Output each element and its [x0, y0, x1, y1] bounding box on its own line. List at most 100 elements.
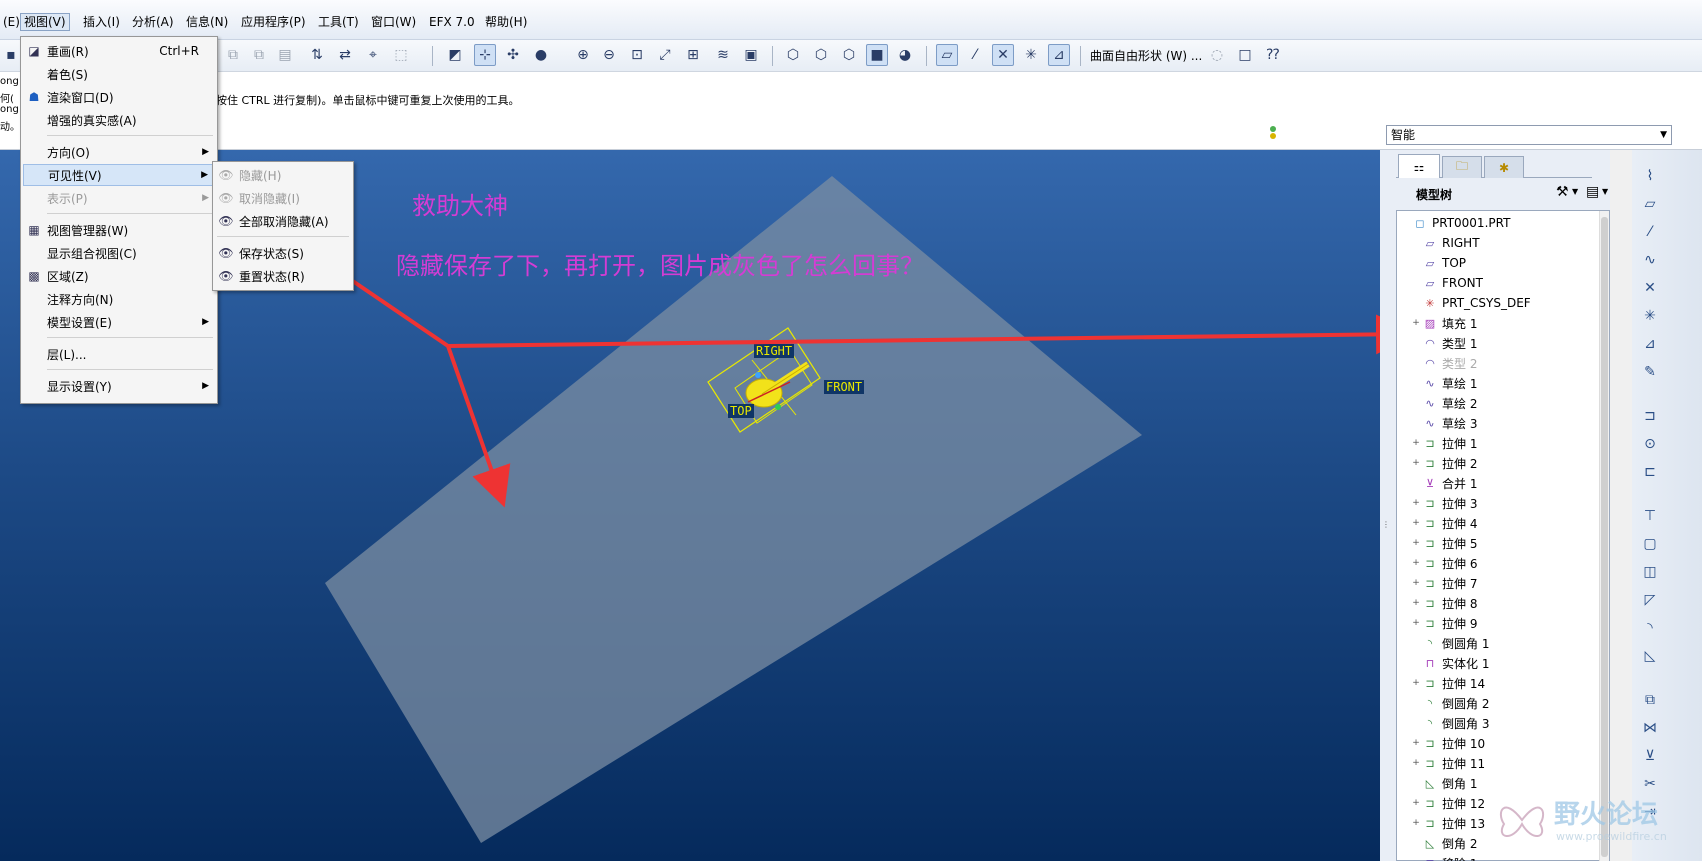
tree-item[interactable]: ⊻ 合并 1 — [1399, 473, 1477, 493]
tree-item[interactable]: ◠ 类型 2 — [1399, 353, 1477, 373]
tree-item[interactable]: + ⊐ 拉伸 9 — [1399, 613, 1477, 633]
menu-tools[interactable]: 工具(T) — [315, 13, 362, 31]
tree-item[interactable]: ◝ 倒圆角 1 — [1399, 633, 1490, 653]
menu-item-annotation-orientation[interactable]: 注释方向(N) — [23, 288, 215, 310]
tree-item[interactable]: ∿ 草绘 3 — [1399, 413, 1477, 433]
tree-item[interactable]: ∿ 草绘 2 — [1399, 393, 1477, 413]
regen-manager-icon[interactable]: ⇄ — [334, 44, 356, 66]
tree-item[interactable]: + ⊐ 拉伸 10 — [1399, 733, 1485, 753]
tree-item[interactable]: ⊓ 实体化 1 — [1399, 653, 1490, 673]
copy-icon[interactable]: ⧉ — [222, 44, 244, 66]
menu-item-zone[interactable]: ▩ 区域(Z) — [23, 265, 215, 287]
menu-item-render-window[interactable]: ☗ 渲染窗口(D) — [23, 86, 215, 108]
tree-item[interactable]: + ⊐ 拉伸 13 — [1399, 813, 1485, 833]
shading-icon[interactable]: ■ — [866, 44, 888, 66]
datum-plane-display-icon[interactable]: ▱ — [936, 44, 958, 66]
chevron-down-icon[interactable]: ▼ — [1572, 187, 1578, 196]
refit-icon[interactable]: ⊡ — [626, 44, 648, 66]
tree-item[interactable]: ◺ 倒角 1 — [1399, 773, 1478, 793]
menu-item-enhanced-realism[interactable]: 增强的真实感(A) — [23, 109, 215, 131]
sketch-tool-icon[interactable]: ✎ — [1638, 360, 1662, 384]
datum-axis-display-icon[interactable]: ⁄ — [964, 44, 986, 66]
extrude-tool-icon[interactable]: ⊐ — [1638, 404, 1662, 428]
repaint-toolbar-icon[interactable]: ◩ — [444, 44, 466, 66]
tree-item[interactable]: ◝ 倒圆角 2 — [1399, 693, 1490, 713]
shell-tool-icon[interactable]: ▢ — [1638, 532, 1662, 556]
whats-this-icon[interactable]: ⁇ — [1262, 44, 1284, 66]
tree-item[interactable]: + ▨ 填充 1 — [1399, 313, 1477, 333]
tree-scrollbar-thumb[interactable] — [1601, 217, 1608, 857]
tree-item[interactable]: + ⊐ 拉伸 6 — [1399, 553, 1477, 573]
spin-center-icon[interactable]: ⊹ — [474, 44, 496, 66]
tree-item[interactable]: + ⊐ 拉伸 8 — [1399, 593, 1477, 613]
datum-axis-icon[interactable]: ⁄ — [1638, 220, 1662, 244]
tree-item[interactable]: ◠ 类型 1 — [1399, 333, 1477, 353]
chamfer-tool-icon[interactable]: ◺ — [1638, 644, 1662, 668]
blank-icon[interactable]: □ — [1234, 44, 1256, 66]
revolve-tool-icon[interactable]: ⊙ — [1638, 432, 1662, 456]
tree-item[interactable]: ✳ PRT_CSYS_DEF — [1399, 293, 1530, 313]
datum-curve-icon[interactable]: ∿ — [1638, 248, 1662, 272]
menu-item-model-setup[interactable]: 模型设置(E) ▶ — [23, 311, 215, 333]
csys-display-icon[interactable]: ✳ — [1020, 44, 1042, 66]
menu-item-repaint[interactable]: ◪ 重画(R) Ctrl+R — [23, 40, 215, 62]
tree-item[interactable]: ∿ 草绘 1 — [1399, 373, 1477, 393]
menu-efx[interactable]: EFX 7.0 — [426, 13, 478, 31]
datum-point-display-icon[interactable]: ✕ — [992, 44, 1014, 66]
select-box-icon[interactable]: ⬚ — [390, 44, 412, 66]
tree-item[interactable]: ▱ TOP — [1399, 253, 1466, 273]
expand-icon[interactable]: + — [1411, 618, 1421, 628]
expand-icon[interactable]: + — [1411, 458, 1421, 468]
paste-icon[interactable]: ⧉ — [248, 44, 270, 66]
annotation-display-icon[interactable]: ⊿ — [1048, 44, 1070, 66]
menu-item-reset-status[interactable]: 👁 重置状态(R) — [215, 265, 351, 287]
tree-item[interactable]: ◺ 倒角 2 — [1399, 833, 1478, 853]
menu-help[interactable]: 帮助(H) — [482, 13, 530, 31]
datum-label-top[interactable]: TOP — [728, 404, 754, 418]
expand-icon[interactable]: + — [1411, 518, 1421, 528]
hole-tool-icon[interactable]: ⊤ — [1638, 504, 1662, 528]
enhanced-realism-icon[interactable]: ◕ — [894, 44, 916, 66]
tree-item[interactable]: + ⊐ 拉伸 14 — [1399, 673, 1485, 693]
menu-info[interactable]: 信息(N) — [183, 13, 231, 31]
rib-tool-icon[interactable]: ◫ — [1638, 560, 1662, 584]
draft-tool-icon[interactable]: ◸ — [1638, 588, 1662, 612]
panel-sash-icon[interactable]: ⋮ — [1382, 520, 1390, 550]
menu-insert[interactable]: 插入(I) — [80, 13, 123, 31]
datum-plane-icon[interactable]: ▱ — [1638, 192, 1662, 216]
merge-tool-icon[interactable]: ⊻ — [1638, 744, 1662, 768]
tab-favorites-icon[interactable]: ✱ — [1484, 156, 1524, 178]
expand-icon[interactable]: + — [1411, 758, 1421, 768]
display-style-icon[interactable]: ● — [530, 44, 552, 66]
expand-icon[interactable]: + — [1411, 818, 1421, 828]
zoom-out-icon[interactable]: ⊖ — [598, 44, 620, 66]
tab-folder-browser-icon[interactable]: 🗀 — [1442, 156, 1482, 178]
hidden-line-icon[interactable]: ⬡ — [810, 44, 832, 66]
menu-item-shade[interactable]: 着色(S) — [23, 63, 215, 85]
orient-mode-icon[interactable]: ✣ — [502, 44, 524, 66]
expand-icon[interactable]: + — [1411, 578, 1421, 588]
tree-item[interactable]: + ⊐ 拉伸 2 — [1399, 453, 1477, 473]
expand-icon[interactable]: + — [1411, 438, 1421, 448]
tree-item[interactable]: ◻ PRT0001.PRT — [1399, 213, 1510, 233]
tree-item[interactable]: ▱ FRONT — [1399, 273, 1483, 293]
menu-item-view-manager[interactable]: ▦ 视图管理器(W) — [23, 219, 215, 241]
menu-item-combined-views[interactable]: 显示组合视图(C) — [23, 242, 215, 264]
paste-special-icon[interactable]: ▤ — [274, 44, 296, 66]
menu-view[interactable]: 视图(V) — [20, 13, 70, 31]
datum-point-icon[interactable]: ✕ — [1638, 276, 1662, 300]
menu-item-layers[interactable]: 层(L)... — [23, 343, 215, 365]
expand-icon[interactable]: + — [1411, 738, 1421, 748]
no-hidden-icon[interactable]: ⬡ — [838, 44, 860, 66]
tree-item[interactable]: + ⊐ 拉伸 1 — [1399, 433, 1477, 453]
expand-icon[interactable]: + — [1411, 798, 1421, 808]
tree-item[interactable]: ≣移除 1 — [1399, 853, 1477, 861]
saved-views-icon[interactable]: ⊞ — [682, 44, 704, 66]
menu-item-save-status[interactable]: 👁 保存状态(S) — [215, 242, 351, 264]
expand-icon[interactable]: + — [1411, 318, 1421, 328]
tree-item[interactable]: + ⊐ 拉伸 11 — [1399, 753, 1485, 773]
expand-icon[interactable]: + — [1411, 598, 1421, 608]
menu-analysis[interactable]: 分析(A) — [129, 13, 177, 31]
analysis-feature-icon[interactable]: ⊿ — [1638, 332, 1662, 356]
menu-applications[interactable]: 应用程序(P) — [238, 13, 309, 31]
